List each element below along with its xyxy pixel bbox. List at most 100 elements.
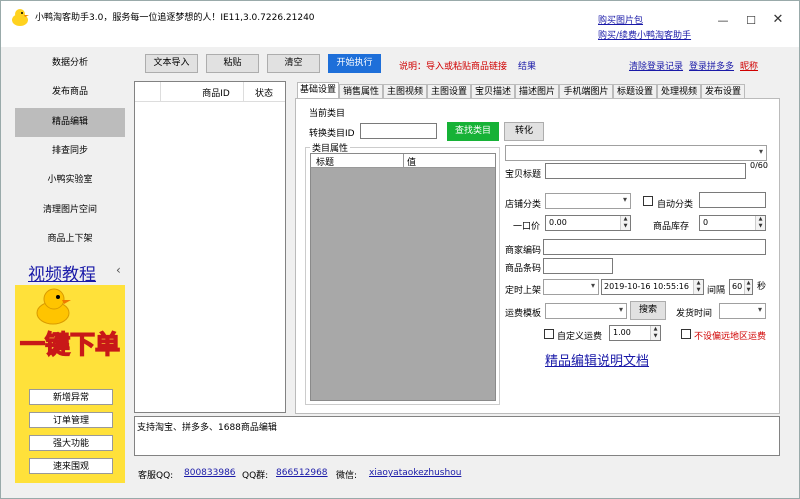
tab-mobile-images[interactable]: 手机端图片 [559,84,613,99]
auto-category-checkbox[interactable] [643,196,653,206]
attributes-grid[interactable]: 标题 值 [310,153,496,401]
log-area[interactable]: 支持淘宝、拼多多、1688商品编辑 [134,416,780,456]
wechat-link[interactable]: xiaoyataokezhushou [369,468,461,478]
clear-login-link[interactable]: 清除登录记录 [629,59,683,72]
ship-time-label: 发货时间 [676,309,713,319]
wechat-label: 微信: [336,471,358,481]
scheduled-listing-label: 定时上架 [505,286,542,296]
video-tutorial-link[interactable]: 视频教程 [28,260,96,285]
shipping-template-label: 运费模板 [505,309,542,319]
window-title: 小鸭淘客助手3.0，服务每一位追逐梦想的人！IE11,3.0.7226.2124… [35,13,315,23]
sidebar-item-data-analysis[interactable]: 数据分析 [15,49,125,78]
attr-column-title: 标题 [316,158,335,168]
shop-category-dropdown[interactable]: ▾ [545,193,631,209]
duck-mascot-icon [36,288,71,325]
interval-unit: 秒 [757,282,767,292]
shipping-template-dropdown[interactable]: ▾ [545,303,627,319]
merchant-code-input[interactable] [543,239,766,255]
collapse-sidebar-icon[interactable]: ‹ [116,263,121,277]
start-button[interactable]: 开始执行 [328,54,381,73]
promo-button-new-exception[interactable]: 新增异常 [29,389,113,405]
custom-shipping-label: 自定义运费 [557,332,603,342]
login-pdd-link[interactable]: 登录拼多多 [689,59,734,72]
qq-link[interactable]: 800833986 [184,468,236,478]
log-text: 支持淘宝、拼多多、1688商品编辑 [137,423,277,433]
buy-image-pack-link[interactable]: 购买图片包 [598,13,643,26]
stock-label: 商品库存 [653,222,690,232]
buy-renew-link[interactable]: 购买/续费小鸭淘客助手 [598,28,691,41]
tab-process-video[interactable]: 处理视频 [657,84,701,99]
current-category-label: 当前类目 [309,109,346,119]
paste-button[interactable]: 粘贴 [206,54,259,73]
product-list-header: 商品ID 状态 [135,82,285,102]
datetime-spinner-icon[interactable]: ▲ ▼ [693,280,703,294]
tab-basic[interactable]: 基础设置 [297,82,339,99]
auto-category-input[interactable] [699,192,766,208]
sidebar-item-sync[interactable]: 排查同步 [15,137,125,166]
auto-category-label: 自动分类 [657,200,694,210]
promo-panel: 一键下单 新增异常 订单管理 强大功能 速来围观 [15,285,125,483]
interval-label: 间隔 [707,286,726,296]
tab-main-image[interactable]: 主图设置 [427,84,471,99]
title-counter: 0/60 [750,161,768,170]
barcode-input[interactable] [543,258,613,274]
interval-spinner-icon[interactable]: ▲ ▼ [744,280,752,294]
scheduled-listing-dropdown[interactable]: ▾ [543,279,599,295]
chevron-down-icon: ▾ [758,147,763,156]
no-remote-checkbox[interactable] [681,329,691,339]
chevron-down-icon: ▾ [622,195,627,204]
tab-title-settings[interactable]: 标题设置 [613,84,657,99]
minimize-button[interactable]: — [708,14,738,27]
convert-category-input[interactable] [360,123,437,139]
tab-description-images[interactable]: 描述图片 [515,84,559,99]
close-button[interactable]: ✕ [763,12,793,27]
ship-time-dropdown[interactable]: ▾ [719,303,766,319]
category-dropdown[interactable]: ▾ [505,145,767,161]
app-window: 小鸭淘客助手3.0，服务每一位追逐梦想的人！IE11,3.0.7226.2124… [0,0,800,499]
sidebar-item-boutique-edit[interactable]: 精品编辑 [15,108,125,137]
doc-link[interactable]: 精品编辑说明文档 [545,350,649,369]
sidebar-item-lab[interactable]: 小鸭实验室 [15,166,125,195]
find-category-button[interactable]: 查找类目 [447,122,499,141]
sidebar-item-listing[interactable]: 商品上下架 [15,225,125,254]
interval-input[interactable]: 60 ▲ ▼ [729,279,753,295]
price-input[interactable]: 0.00 ▲ ▼ [545,215,631,231]
clear-button[interactable]: 清空 [267,54,320,73]
sidebar-item-publish[interactable]: 发布商品 [15,78,125,107]
price-spinner-icon[interactable]: ▲ ▼ [620,216,630,230]
stock-spinner-icon[interactable]: ▲ ▼ [755,216,765,230]
tab-publish-settings[interactable]: 发布设置 [701,84,745,99]
promo-button-orders[interactable]: 订单管理 [29,412,113,428]
group-link[interactable]: 866512968 [276,468,328,478]
stock-input[interactable]: 0 ▲ ▼ [699,215,766,231]
promo-button-features[interactable]: 强大功能 [29,435,113,451]
shipping-search-button[interactable]: 搜索 [630,301,666,320]
tab-main-video[interactable]: 主图视频 [383,84,427,99]
promo-headline: 一键下单 [19,329,120,359]
maximize-button[interactable]: ☐ [736,14,766,27]
custom-shipping-checkbox[interactable] [544,329,554,339]
merchant-code-label: 商家编码 [505,246,542,256]
chevron-down-icon: ▾ [757,305,762,314]
text-import-button[interactable]: 文本导入 [145,54,198,73]
title-input[interactable] [545,163,746,179]
convert-button[interactable]: 转化 [504,122,544,141]
scheduled-datetime-input[interactable]: 2019-10-16 10:55:16 ▲ ▼ [601,279,704,295]
sidebar-item-clean-images[interactable]: 清理图片空间 [15,196,125,225]
promo-button-watch[interactable]: 速来围观 [29,458,113,474]
custom-shipping-input[interactable]: 1.00 ▲ ▼ [609,325,661,341]
duck-logo-icon [12,9,29,26]
tab-sales-attributes[interactable]: 销售属性 [339,84,383,99]
product-list[interactable]: 商品ID 状态 [134,81,286,413]
attributes-grid-header: 标题 值 [311,154,495,168]
sidebar: 数据分析 发布商品 精品编辑 排查同步 小鸭实验室 清理图片空间 商品上下架 [15,49,125,255]
no-remote-label: 不设偏远地区运费 [694,332,767,342]
barcode-label: 商品条码 [505,264,542,274]
chevron-down-icon: ▾ [618,305,623,314]
column-status[interactable]: 状态 [245,86,283,99]
shipping-spinner-icon[interactable]: ▲ ▼ [650,326,660,340]
qq-label: 客服QQ: [138,471,174,481]
tab-description[interactable]: 宝贝描述 [471,84,515,99]
nickname-link[interactable]: 昵称 [740,59,758,72]
chevron-down-icon: ▾ [590,281,595,290]
